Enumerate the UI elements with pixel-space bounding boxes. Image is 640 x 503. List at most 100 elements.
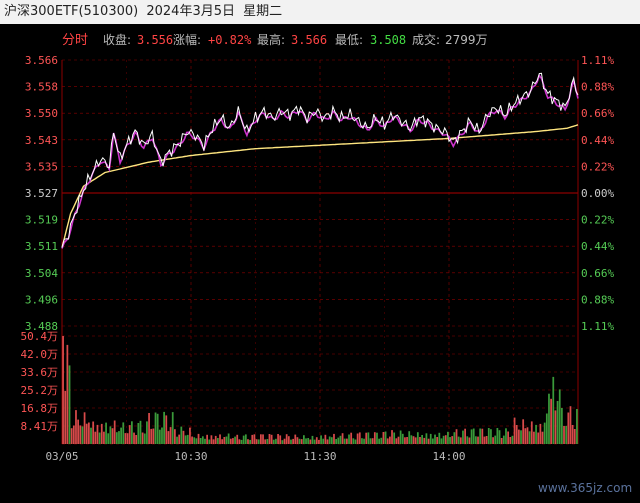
volume-bar [343, 438, 346, 444]
volume-bar [414, 437, 417, 444]
volume-bar [412, 436, 415, 444]
volume-bar [505, 428, 507, 444]
volume-bar [475, 436, 477, 444]
chart-weekday: 星期二 [243, 4, 283, 19]
volume-bar [124, 433, 127, 444]
volume-bar [371, 438, 374, 444]
volume-bar [451, 436, 454, 444]
volume-bar [530, 421, 533, 444]
mode-label[interactable]: 分时 [62, 33, 88, 48]
volume-bar [148, 413, 150, 444]
volume-bar [92, 421, 95, 444]
volume-bar [483, 436, 486, 444]
volume-bar [518, 429, 520, 444]
volume-bar [554, 410, 557, 444]
volume-bar [156, 413, 159, 444]
volume-bar [115, 432, 118, 444]
volume-bar [419, 437, 421, 444]
volume-bar [294, 434, 297, 444]
volume-bar [128, 425, 131, 444]
volume-bar [94, 431, 97, 444]
volume-bar [296, 437, 299, 444]
volume-bar [429, 433, 432, 444]
volume-bar [122, 422, 125, 444]
volume-bar [184, 435, 187, 444]
volume-bar [533, 431, 535, 444]
volume-bar [158, 429, 161, 444]
volume-bar [556, 401, 559, 444]
volume-bar [565, 425, 568, 444]
volume-tick-label: 25.2万 [21, 384, 59, 397]
volume-bar [199, 438, 202, 444]
volume-bar [569, 406, 572, 444]
volume-bar [434, 434, 436, 444]
volume-bar [492, 437, 494, 444]
volume-bar [307, 438, 310, 444]
volume-bar [455, 429, 458, 444]
volume-bar [567, 412, 570, 444]
volume-label: 成交: [412, 32, 440, 47]
volume-bar [573, 429, 576, 444]
price-tick-label: 3.535 [25, 160, 58, 173]
volume-bar [305, 438, 307, 444]
volume-bar [260, 434, 262, 444]
volume-bar [111, 428, 114, 444]
security-title: 沪深300ETF(510300) [4, 4, 139, 19]
volume-bar [169, 427, 172, 444]
volume-bar [358, 432, 361, 444]
volume-bar [361, 438, 363, 444]
volume-bar [208, 439, 211, 444]
volume-bar [395, 438, 398, 444]
volume-bar [522, 419, 525, 444]
volume-bar [283, 438, 286, 444]
volume-bar [75, 410, 77, 444]
volume-bar [464, 428, 466, 444]
volume-bar [270, 434, 273, 444]
volume-bar [423, 437, 426, 444]
volume-bar [466, 436, 469, 444]
volume-bar [526, 427, 529, 444]
volume-bar [352, 438, 355, 444]
volume-bar [141, 432, 144, 444]
volume-bar [337, 437, 340, 444]
volume-bar [535, 424, 537, 444]
volume-bar [406, 437, 408, 444]
volume-bar [268, 434, 271, 444]
volume-bar [558, 389, 561, 444]
price-tick-label: 3.527 [25, 187, 58, 200]
volume-bar [309, 439, 312, 444]
volume-bar [386, 438, 389, 444]
volume-bar [498, 430, 501, 444]
low-value: 3.508 [370, 33, 406, 47]
volume-bar [550, 398, 552, 444]
volume-bar [223, 437, 226, 444]
volume-bar [363, 438, 365, 444]
volume-bar [88, 422, 90, 444]
volume-bar [365, 432, 368, 444]
volume-bar [217, 438, 219, 444]
volume-bar [356, 433, 359, 444]
volume-bar [520, 430, 522, 444]
volume-bar [251, 434, 254, 444]
volume-bar [201, 436, 204, 444]
price-tick-label: 3.566 [25, 54, 58, 67]
volume-bar [191, 436, 193, 444]
volume-bar [552, 376, 555, 444]
volume-bar [350, 432, 353, 444]
volume-bar [453, 432, 456, 444]
volume-bar [401, 433, 404, 444]
volume-bar [180, 426, 183, 444]
volume-bar [279, 435, 282, 444]
volume-bar [335, 439, 337, 444]
volume-bar [229, 438, 232, 444]
volume-bar [416, 432, 419, 444]
volume-bar [66, 344, 69, 444]
volume-bar [126, 433, 129, 444]
price-tick-label: 3.543 [25, 134, 58, 147]
volume-bar [234, 436, 236, 444]
volume-bar [133, 432, 135, 444]
volume-bar [507, 431, 509, 444]
volume-bar [285, 434, 288, 444]
volume-bar [163, 411, 165, 444]
volume-bar [154, 412, 157, 444]
